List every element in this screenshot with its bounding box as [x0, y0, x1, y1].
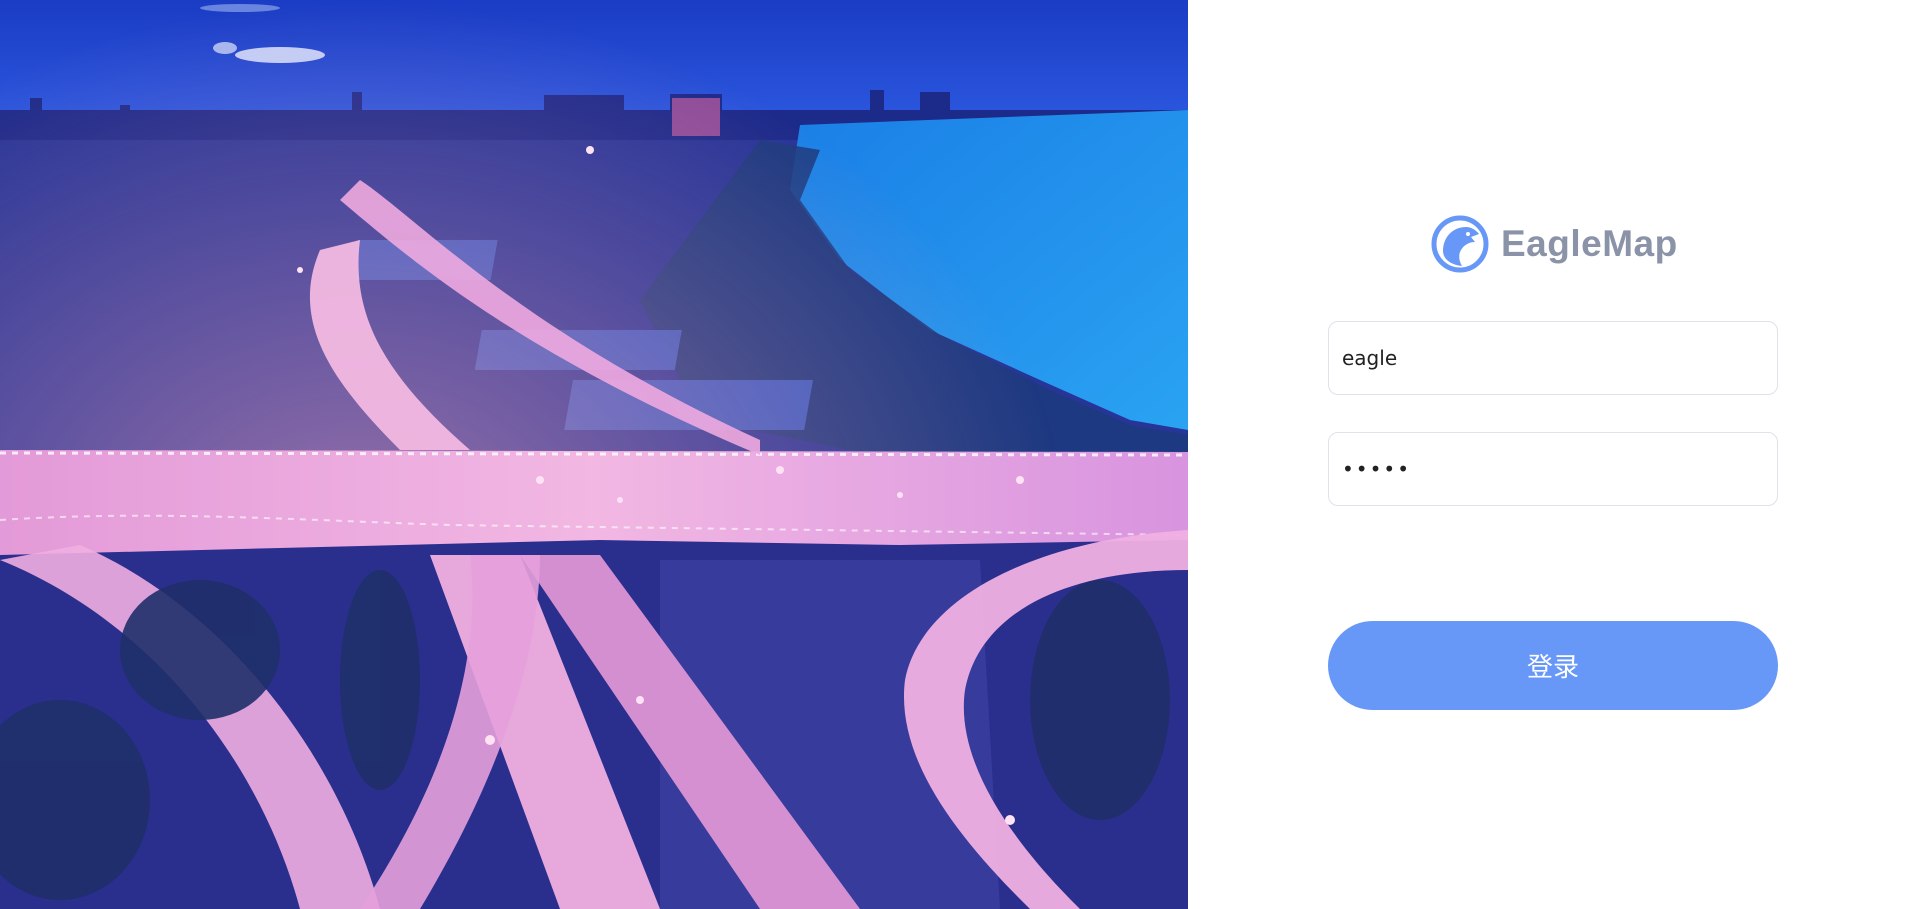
username-input[interactable]	[1328, 321, 1778, 395]
brand-name: EagleMap	[1501, 223, 1678, 264]
password-input[interactable]	[1328, 432, 1778, 506]
eagle-logo-icon	[1431, 215, 1489, 273]
login-page: EagleMap 登录	[0, 0, 1918, 909]
login-button[interactable]: 登录	[1328, 621, 1778, 710]
hero-city-image	[0, 0, 1188, 909]
login-panel: EagleMap 登录	[1188, 0, 1918, 909]
brand-logo: EagleMap	[1431, 214, 1681, 274]
